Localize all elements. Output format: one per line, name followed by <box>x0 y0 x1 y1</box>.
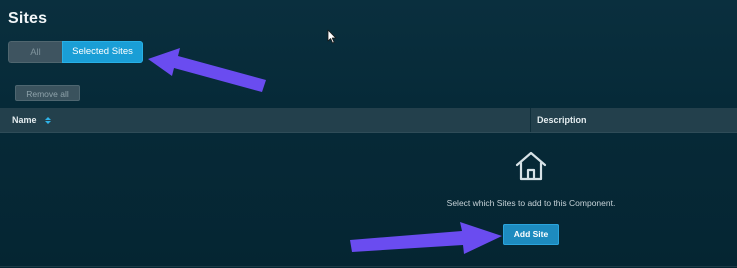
sites-filter-toggle: All Sites Selected Sites <box>8 41 143 63</box>
page-title: Sites <box>8 10 48 27</box>
column-header-description: Description <box>537 115 587 125</box>
home-icon <box>515 151 547 181</box>
column-header-name[interactable]: Name <box>12 108 51 132</box>
column-divider <box>530 108 531 132</box>
all-sites-toggle-button[interactable]: All Sites <box>8 41 62 63</box>
remove-all-button[interactable]: Remove all <box>15 85 80 101</box>
add-site-button[interactable]: Add Site <box>503 224 559 245</box>
selected-sites-toggle-button[interactable]: Selected Sites <box>62 41 143 63</box>
empty-state-message: Select which Sites to add to this Compon… <box>446 198 616 208</box>
mouse-cursor-icon <box>327 29 337 44</box>
table-header: Name Description <box>0 108 737 133</box>
sort-icon[interactable] <box>44 116 51 124</box>
annotation-arrow-icon <box>148 48 266 92</box>
sites-page: Sites All Sites Selected Sites Remove al… <box>0 0 737 268</box>
column-header-name-label: Name <box>12 115 37 125</box>
annotation-arrow-icon <box>350 222 502 254</box>
